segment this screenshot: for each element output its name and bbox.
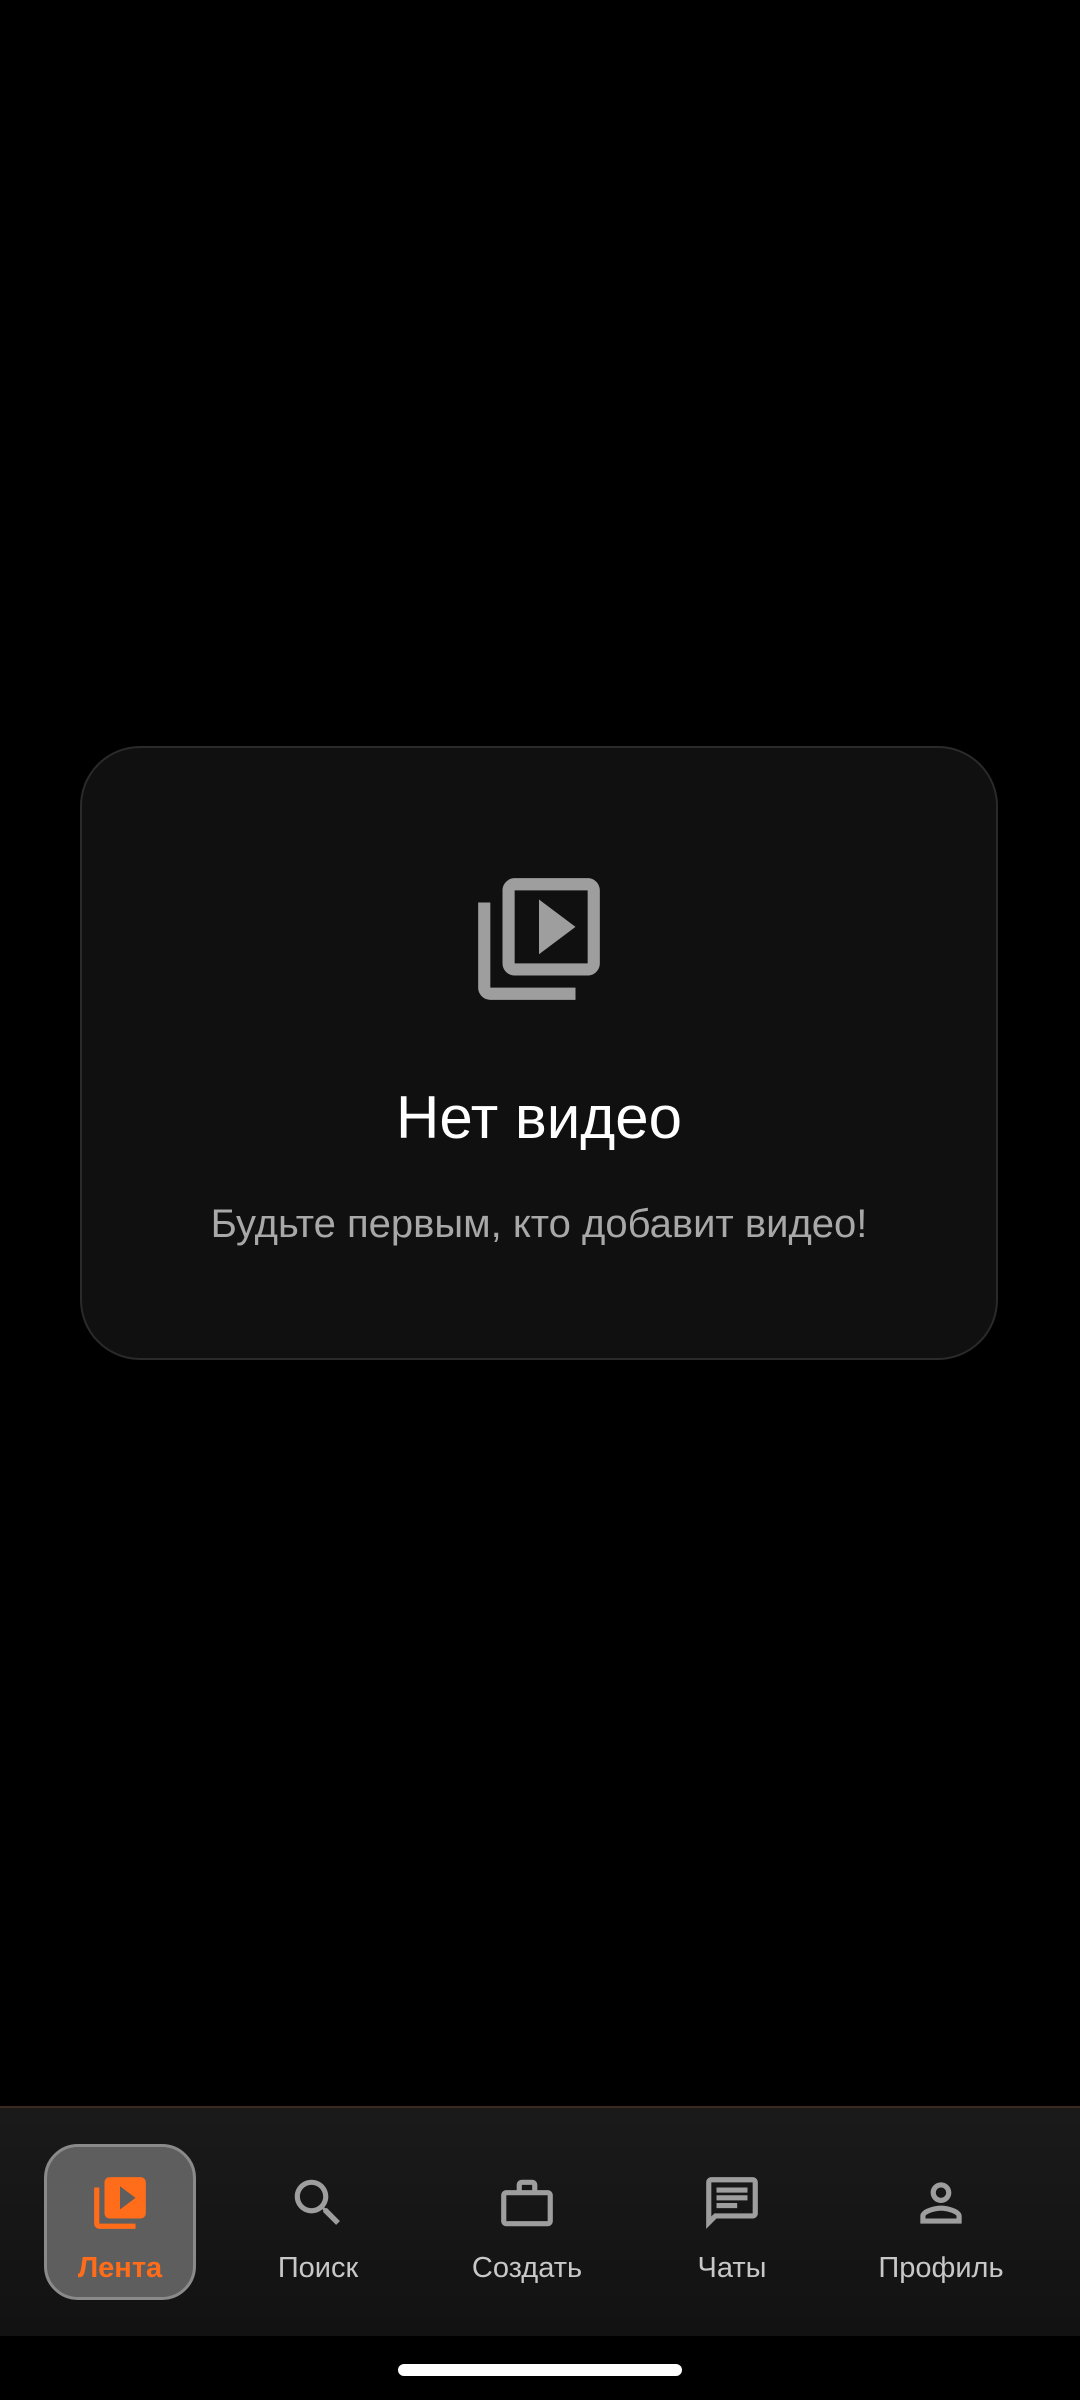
nav-label-feed: Лента	[77, 2252, 163, 2284]
search-icon	[294, 2179, 340, 2225]
nav-item-chats[interactable]: Чаты	[656, 2144, 808, 2300]
briefcase-icon	[501, 2179, 553, 2227]
video-library-icon	[478, 878, 600, 1000]
nav-item-feed[interactable]: Лента	[44, 2144, 196, 2300]
empty-state-title: Нет видео	[396, 1084, 682, 1151]
nav-label-chats: Чаты	[697, 2252, 767, 2284]
person-icon	[920, 2182, 962, 2224]
nav-label-profile: Профиль	[878, 2252, 1004, 2284]
home-indicator[interactable]	[398, 2364, 682, 2376]
chat-icon	[706, 2177, 758, 2229]
nav-label-search: Поиск	[277, 2252, 359, 2284]
nav-item-search[interactable]: Поиск	[242, 2144, 394, 2300]
empty-state-card	[80, 746, 998, 1360]
feed-screen: Нет видео Будьте первым, кто добавит вид…	[0, 0, 1080, 2400]
nav-item-profile[interactable]: Профиль	[862, 2144, 1020, 2300]
video-library-icon	[94, 2177, 146, 2229]
nav-label-create: Создать	[471, 2252, 583, 2284]
empty-state-subtitle: Будьте первым, кто добавит видео!	[210, 1202, 868, 1246]
bottom-navigation: Лента Поиск Создать Чаты Профиль	[0, 2106, 1080, 2336]
nav-item-create[interactable]: Создать	[450, 2144, 604, 2300]
